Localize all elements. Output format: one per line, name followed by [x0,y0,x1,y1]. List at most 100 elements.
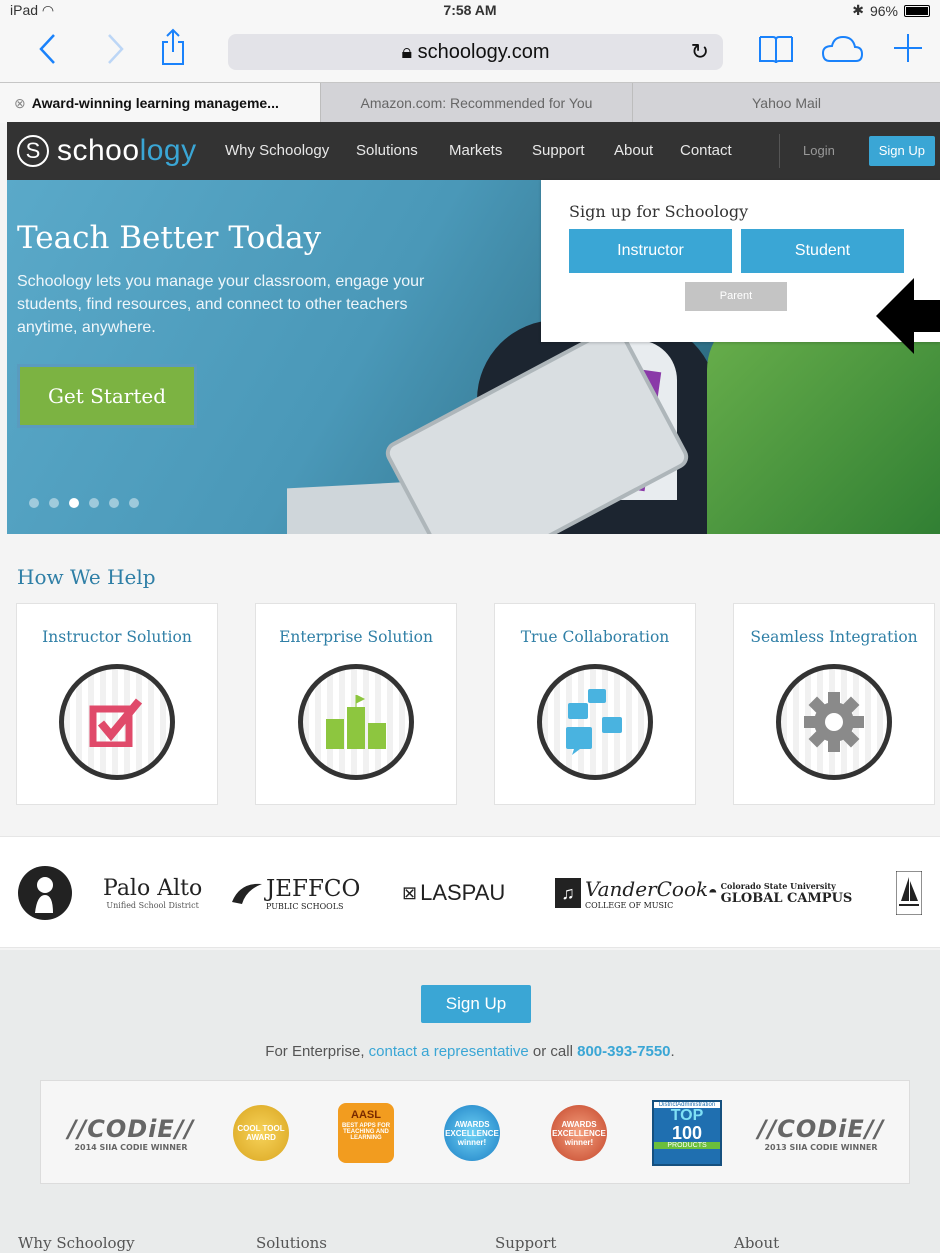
award-text: //CODiE// [757,1114,885,1143]
back-icon[interactable] [36,32,58,72]
slide-dot[interactable] [129,498,139,508]
battery-icon [904,4,930,17]
cool-tool-award: COOL TOOL AWARD [231,1081,291,1185]
arrow-icon [876,278,940,354]
awards-strip: //CODiE// 2014 SIIA CODIE WINNER COOL TO… [40,1080,910,1184]
schoology-logo[interactable]: S schoology [17,134,197,168]
card-instructor-solution[interactable]: Instructor Solution [16,603,218,805]
music-clef-icon: ♫ [555,878,581,908]
student-button[interactable]: Student [741,229,904,273]
nav-contact[interactable]: Contact [680,122,732,180]
enterprise-contact-line: For Enterprise, contact a representative… [0,1043,940,1060]
gear-icon [776,664,892,780]
status-bar: iPad ◠ 7:58 AM ✱ 96% [0,0,940,20]
reload-icon[interactable]: ↻ [691,34,709,70]
battery-status: ✱ 96% [852,2,930,19]
forward-icon[interactable] [104,32,126,72]
codie-2014-award: //CODiE// 2014 SIIA CODIE WINNER [61,1081,201,1185]
award-text: AWARDS EXCELLENCE winner! [444,1105,500,1161]
hero-title: Teach Better Today [17,220,322,256]
nav-login[interactable]: Login [803,122,835,180]
footer-signup-button[interactable]: Sign Up [421,985,531,1023]
tab-bar: ⊗ Award-winning learning manageme... Amaz… [0,82,940,123]
bookmarks-icon[interactable] [758,34,794,70]
logo-s-icon: S [17,135,49,167]
jeffco-swoosh-icon [232,883,262,904]
signup-panel-title: Sign up for Schoology [569,202,749,221]
logo-text: VanderCook [585,876,709,901]
nav-about[interactable]: About [614,122,653,180]
award-subtext: PRODUCTS [654,1142,720,1149]
award-subtext: 2013 SIIA CODIE WINNER [764,1142,878,1152]
close-tab-icon[interactable]: ⊗ [14,95,26,111]
logo-text: GLOBAL CAMPUS [720,890,853,906]
footer-col-why-schoology[interactable]: Why Schoology [18,1234,135,1252]
share-icon[interactable] [160,28,186,72]
codie-2013-award: //CODiE// 2013 SIIA CODIE WINNER [751,1081,891,1185]
card-true-collaboration[interactable]: True Collaboration [494,603,696,805]
laspau-logo: ⊠ LASPAU [402,837,505,949]
cloud-tabs-icon[interactable] [820,34,864,70]
site-nav: S schoology Why Schoology Solutions Mark… [7,122,940,180]
card-enterprise-solution[interactable]: Enterprise Solution [255,603,457,805]
browser-toolbar: 🔒︎ schoology.com ↻ [0,20,940,82]
jeffco-logo: JEFFCO PUBLIC SCHOOLS [230,837,360,949]
logo-text: Palo Alto [103,876,203,901]
card-title: Instructor Solution [42,628,192,646]
nav-divider [779,134,780,168]
footer-col-about[interactable]: About [734,1234,779,1252]
tab-label: Award-winning learning manageme... [31,95,279,111]
excellence-award-blue: AWARDS EXCELLENCE winner! [439,1081,505,1185]
hero-text: Schoology lets you manage your classroom… [17,273,425,336]
award-text: COOL TOOL AWARD [233,1105,289,1161]
get-started-button[interactable]: Get Started [17,364,197,428]
slide-dot[interactable] [49,498,59,508]
nav-markets[interactable]: Markets [449,122,502,180]
aasl-award: AASL BEST APPS FOR TEACHING AND LEARNING [333,1081,399,1185]
slide-dots [29,498,139,508]
tab-label: Yahoo Mail [751,95,821,111]
contact-representative-link[interactable]: contact a representative [369,1043,529,1060]
tab-yahoo-mail[interactable]: Yahoo Mail [632,83,940,123]
clock: 7:58 AM [443,2,497,18]
logo-subtext: PUBLIC SCHOOLS [266,901,344,911]
slide-dot[interactable] [89,498,99,508]
award-text: AWARDS EXCELLENCE winner! [551,1105,607,1161]
slide-dot[interactable] [109,498,119,508]
card-title: True Collaboration [520,628,670,646]
tab-amazon[interactable]: Amazon.com: Recommended for You [320,83,632,123]
card-seamless-integration[interactable]: Seamless Integration [733,603,935,805]
footer-col-solutions[interactable]: Solutions [256,1234,327,1252]
csu-global-logo: ◓ Colorado State University GLOBAL CAMPU… [708,837,852,949]
nav-signup-button[interactable]: Sign Up [868,136,935,166]
enterprise-text: For Enterprise, [265,1043,369,1060]
award-text: TOP [670,1107,704,1124]
address-bar[interactable]: 🔒︎ schoology.com ↻ [228,34,723,70]
logo-text: JEFFCO [266,875,361,902]
new-tab-icon[interactable] [892,32,924,70]
slide-dot-active[interactable] [69,498,79,508]
logo-text: LASPAU [420,880,506,905]
palo-alto-logo: Palo Alto Unified School District [103,837,202,949]
slide-dot[interactable] [29,498,39,508]
footer-col-support[interactable]: Support [495,1234,556,1252]
instructor-button[interactable]: Instructor [569,229,732,273]
logo-subtext: Colorado State University [720,880,836,891]
excellence-award-red: AWARDS EXCELLENCE winner! [546,1081,612,1185]
vandercook-logo: ♫ VanderCook COLLEGE OF MUSIC [555,837,708,949]
parent-button[interactable]: Parent [685,282,787,311]
lock-icon: 🔒︎ [401,41,413,63]
logo-subtext: Unified School District [106,901,199,910]
nav-solutions[interactable]: Solutions [356,122,418,180]
chat-bubbles-icon [537,664,653,780]
partner-logos: Palo Alto Unified School District JEFFCO… [0,836,940,948]
logo-wordmark: schoology [57,134,197,167]
tab-schoology[interactable]: ⊗ Award-winning learning manageme... [0,83,320,123]
phone-number-link[interactable]: 800-393-7550 [577,1043,670,1060]
nav-support[interactable]: Support [532,122,585,180]
nav-why-schoology[interactable]: Why Schoology [225,122,329,180]
tab-label: Amazon.com: Recommended for You [360,95,593,111]
laspau-mark-icon: ⊠ [402,882,418,903]
url-text: schoology.com [417,41,550,63]
sailboat-logo [896,837,922,949]
